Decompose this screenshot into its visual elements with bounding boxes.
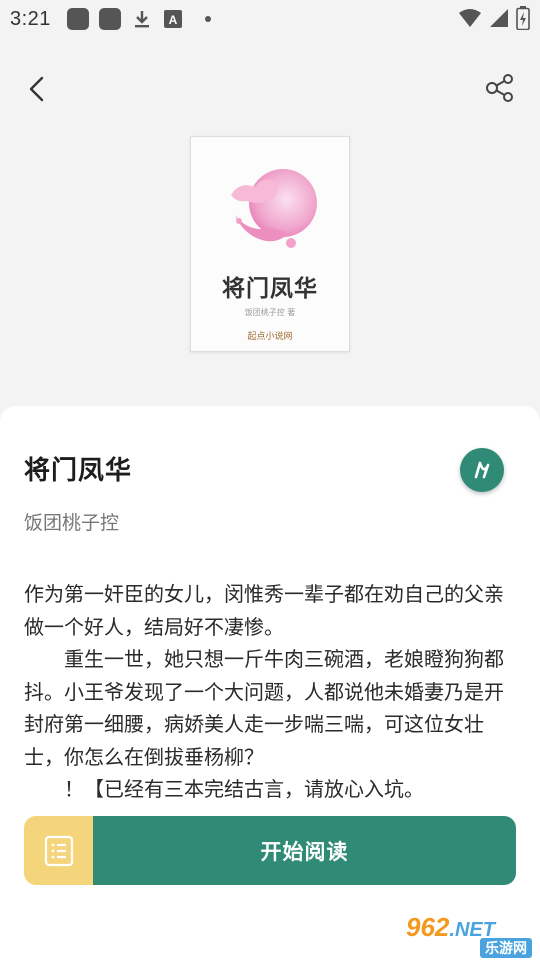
watermark-number: 962 — [406, 912, 450, 942]
catalog-list-icon — [44, 835, 73, 866]
notification-icons: A — [66, 8, 211, 30]
cover-publisher-logo: 起点小说网 — [247, 332, 293, 342]
synopsis-paragraph: 重生一世，她只想一斤牛肉三碗酒，老娘瞪狗狗都抖。小王爷发现了一个大问题，人都说他… — [24, 647, 504, 769]
app-notification-icon — [66, 8, 89, 30]
signal-icon — [490, 9, 508, 27]
app-logo-icon — [474, 461, 490, 479]
svg-text:A: A — [169, 13, 178, 27]
wifi-icon — [459, 9, 481, 27]
book-title: 将门凤华 — [24, 456, 133, 486]
cover-cloud-art — [231, 169, 317, 248]
download-icon — [134, 11, 149, 28]
book-author: 饭团桃子控 — [24, 512, 120, 534]
watermark-tagline: 乐游网 — [480, 938, 532, 958]
app-logo-button[interactable] — [460, 448, 504, 492]
system-status-icons — [458, 6, 530, 30]
book-synopsis: 作为第一奸臣的女儿，闵惟秀一辈子都在劝自己的父亲做一个好人，结局好不凄惨。 重生… — [24, 578, 518, 806]
app-notification-icon-2 — [98, 8, 121, 30]
battery-icon — [516, 6, 530, 30]
back-button[interactable] — [20, 70, 54, 108]
book-detail-sheet: 将门凤华 饭团桃子控 作为第一奸臣的女儿，闵惟秀一辈子都在劝自己的父亲做一个好人… — [0, 406, 540, 960]
read-action-bar: 开始阅读 — [24, 816, 516, 885]
site-watermark: 962.NET 乐游网 — [400, 912, 536, 958]
start-reading-button[interactable]: 开始阅读 — [93, 816, 516, 885]
text-a-icon: A — [163, 10, 182, 28]
synopsis-paragraph: ！【已经有三本完结古言，请放心入坑。 — [24, 777, 424, 801]
synopsis-paragraph: 作为第一奸臣的女儿，闵惟秀一辈子都在劝自己的父亲做一个好人，结局好不凄惨。 — [24, 582, 504, 639]
catalog-button[interactable] — [24, 816, 93, 885]
share-button[interactable] — [484, 72, 516, 104]
book-cover[interactable]: 将门凤华 饭团桃子控 著 起点小说网 — [190, 136, 350, 352]
cover-author: 饭团桃子控 著 — [244, 308, 296, 317]
more-notifications-dot-icon — [204, 16, 211, 22]
status-time: 3:21 — [10, 7, 51, 30]
status-bar: 3:21 A — [0, 0, 540, 38]
cover-title: 将门凤华 — [222, 275, 318, 302]
